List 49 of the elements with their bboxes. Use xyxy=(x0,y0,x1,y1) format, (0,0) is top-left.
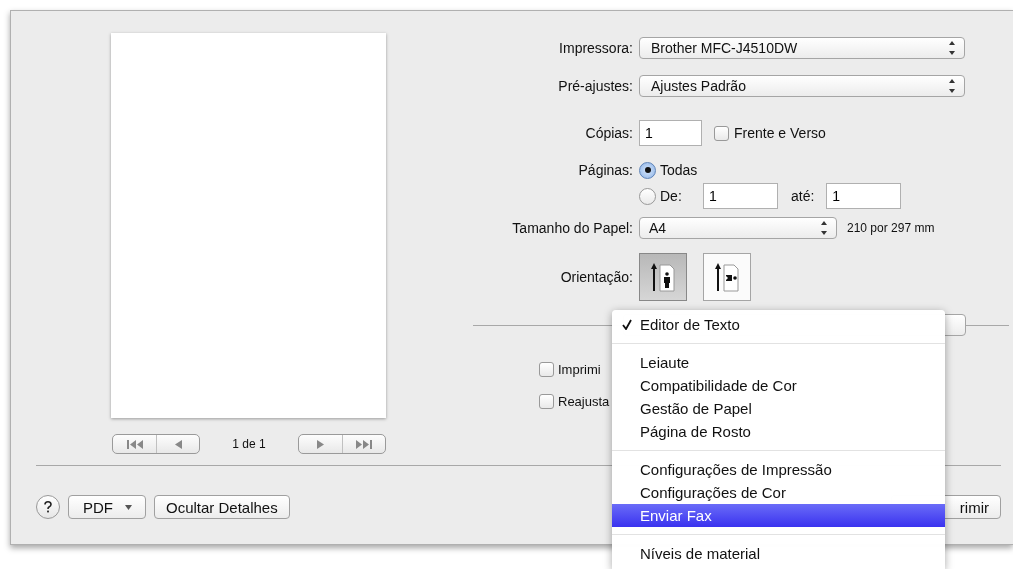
page-counter: 1 de 1 xyxy=(231,437,267,451)
field-label: Orientação: xyxy=(560,269,633,285)
question-mark-icon xyxy=(44,501,52,513)
presets-popup[interactable]: Ajustes Padrão xyxy=(639,75,965,97)
field-label: Tamanho do Papel: xyxy=(512,220,633,236)
radio-button[interactable] xyxy=(639,161,656,179)
radio-label: Todas xyxy=(660,162,698,178)
portrait-page-icon xyxy=(650,261,676,293)
stepper-icon xyxy=(948,78,956,94)
menu-item[interactable]: Enviar Fax xyxy=(612,504,945,527)
portrait-button[interactable] xyxy=(639,253,687,301)
landscape-button[interactable] xyxy=(703,253,751,301)
menu-item[interactable]: Editor de Texto xyxy=(612,313,945,336)
landscape-page-icon xyxy=(714,261,740,293)
radio-label: De: xyxy=(660,188,683,204)
field-label: Cópias: xyxy=(585,125,633,141)
help-button[interactable] xyxy=(36,495,60,519)
stepper-icon xyxy=(820,220,828,236)
paper-dimensions: 210 por 297 mm xyxy=(847,221,935,235)
triangle-left-icon xyxy=(174,439,182,449)
field-label: até: xyxy=(791,188,815,204)
from-page-field[interactable]: 1 xyxy=(703,183,778,209)
field-label: Impressora: xyxy=(559,40,633,56)
skip-forward-icon xyxy=(356,439,372,449)
radio-button[interactable] xyxy=(639,187,656,205)
menu-item[interactable]: Página de Rosto xyxy=(612,420,945,443)
paper-size-popup[interactable]: A4 xyxy=(639,217,837,239)
checkbox[interactable] xyxy=(539,393,554,409)
field-label: Páginas: xyxy=(578,162,633,178)
caret-icon xyxy=(125,504,132,510)
stepper-icon xyxy=(948,40,956,56)
triangle-right-icon xyxy=(316,439,325,449)
checkbox[interactable] xyxy=(539,361,554,377)
printer-popup[interactable]: Brother MFC-J4510DW xyxy=(639,37,965,59)
menu-item[interactable]: Níveis de material xyxy=(612,542,945,565)
to-page-field[interactable]: 1 xyxy=(826,183,902,209)
hide-details-button[interactable]: Ocultar Detalhes xyxy=(154,495,290,519)
menu-item[interactable]: Leiaute xyxy=(612,351,945,374)
field-label: Pré-ajustes: xyxy=(558,78,633,94)
menu-item[interactable]: Configurações de Impressão xyxy=(612,458,945,481)
skip-back-icon xyxy=(126,439,143,449)
checkbox-label: Reajusta xyxy=(558,393,610,409)
menu-item[interactable]: Compatibilidade de Cor xyxy=(612,374,945,397)
checkbox[interactable] xyxy=(714,125,729,141)
menu-item[interactable]: Gestão de Papel xyxy=(612,397,945,420)
copies-field[interactable]: 1 xyxy=(639,120,702,146)
checkbox-label: Frente e Verso xyxy=(734,125,826,141)
pdf-menu-button[interactable]: PDF xyxy=(68,495,146,519)
checkbox-label: Imprimi xyxy=(558,361,601,377)
